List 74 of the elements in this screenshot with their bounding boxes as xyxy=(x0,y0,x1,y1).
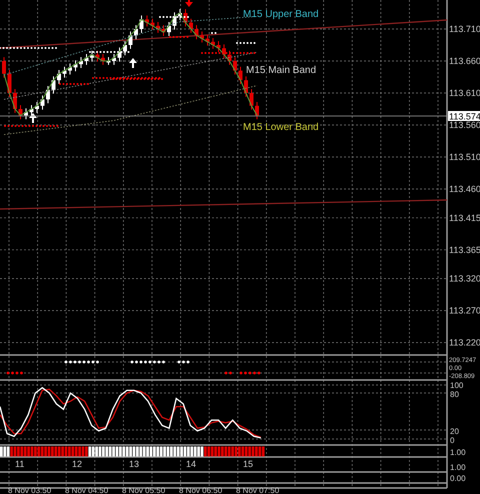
candle xyxy=(18,104,22,120)
time-axis-label: 8 Nov 04:50 xyxy=(65,486,108,494)
bar-count-label: 11 xyxy=(15,459,24,469)
band-label: M15 Lower Band xyxy=(243,122,319,133)
bottom-axis-label: 0.00 xyxy=(450,474,466,483)
candle xyxy=(13,88,17,114)
candle xyxy=(128,31,132,50)
candle xyxy=(40,95,44,110)
dotted-level-line xyxy=(169,36,188,38)
oscillator-axis-label: 80 xyxy=(450,390,459,399)
band-label: M15 Main Band xyxy=(246,65,316,76)
dotted-level-line xyxy=(236,42,256,44)
up-arrow-icon xyxy=(129,58,137,68)
candle xyxy=(134,24,138,40)
time-axis-label: 8 Nov 05:50 xyxy=(122,486,166,494)
candle xyxy=(250,88,254,110)
oscillator-axis-label: 20 xyxy=(450,427,459,436)
candle xyxy=(200,31,204,43)
oscillator-axis-label: 100 xyxy=(450,381,464,390)
time-axis-label: 8 Nov 03:50 xyxy=(8,486,52,494)
signal-dot-row xyxy=(240,372,260,374)
candle xyxy=(8,69,12,98)
candle xyxy=(2,56,6,78)
candle xyxy=(206,34,210,46)
candle xyxy=(24,108,28,120)
signal-dot-row xyxy=(178,360,190,364)
candle xyxy=(52,76,56,94)
time-axis-label: 8 Nov 06:50 xyxy=(179,486,222,494)
bar-count-label: 14 xyxy=(186,459,196,469)
dotted-level-line xyxy=(59,83,89,85)
dotted-level-line xyxy=(201,52,256,54)
counter-axis-label: 1.00 xyxy=(450,463,466,472)
bar-count-label: 12 xyxy=(72,459,82,469)
candle xyxy=(101,53,105,66)
bar-count-label: 15 xyxy=(243,459,254,469)
candle xyxy=(194,24,198,40)
candle xyxy=(255,101,259,120)
time-axis-label: 8 Nov 07:50 xyxy=(236,486,280,494)
candle xyxy=(211,37,215,50)
dotted-level-line xyxy=(4,125,58,127)
histogram-axis-label: 1.00 xyxy=(450,448,466,457)
signal-dot-row xyxy=(6,372,23,374)
candle xyxy=(189,18,193,34)
dotted-level-line xyxy=(89,51,130,53)
candle xyxy=(162,24,166,37)
candle xyxy=(35,101,39,114)
up-arrow-icon xyxy=(29,113,37,123)
dotted-level-line xyxy=(159,16,189,18)
candle xyxy=(145,15,149,27)
candle xyxy=(68,63,72,75)
candle xyxy=(233,56,237,75)
candle xyxy=(244,76,248,98)
candle xyxy=(238,66,242,85)
oscillator-axis-label: 0 xyxy=(450,436,454,445)
candle xyxy=(62,66,66,78)
candle xyxy=(172,12,176,30)
bar-count-label: 13 xyxy=(129,459,140,469)
candle xyxy=(156,21,160,34)
signal-dot-row xyxy=(224,372,232,374)
candle xyxy=(112,53,116,66)
candle xyxy=(79,56,83,69)
band-label: M15 Upper Band xyxy=(243,9,319,20)
candle xyxy=(84,53,88,66)
candle xyxy=(46,85,50,104)
signal-dot-row xyxy=(130,360,165,364)
dotted-level-line xyxy=(211,32,216,34)
candle xyxy=(106,56,110,66)
down-arrow-icon xyxy=(185,0,193,7)
candle xyxy=(74,60,78,72)
candle xyxy=(167,21,171,37)
candle xyxy=(140,15,144,34)
candle xyxy=(150,18,154,30)
signal-dot-row xyxy=(64,360,99,364)
dotted-level-line xyxy=(0,47,57,49)
